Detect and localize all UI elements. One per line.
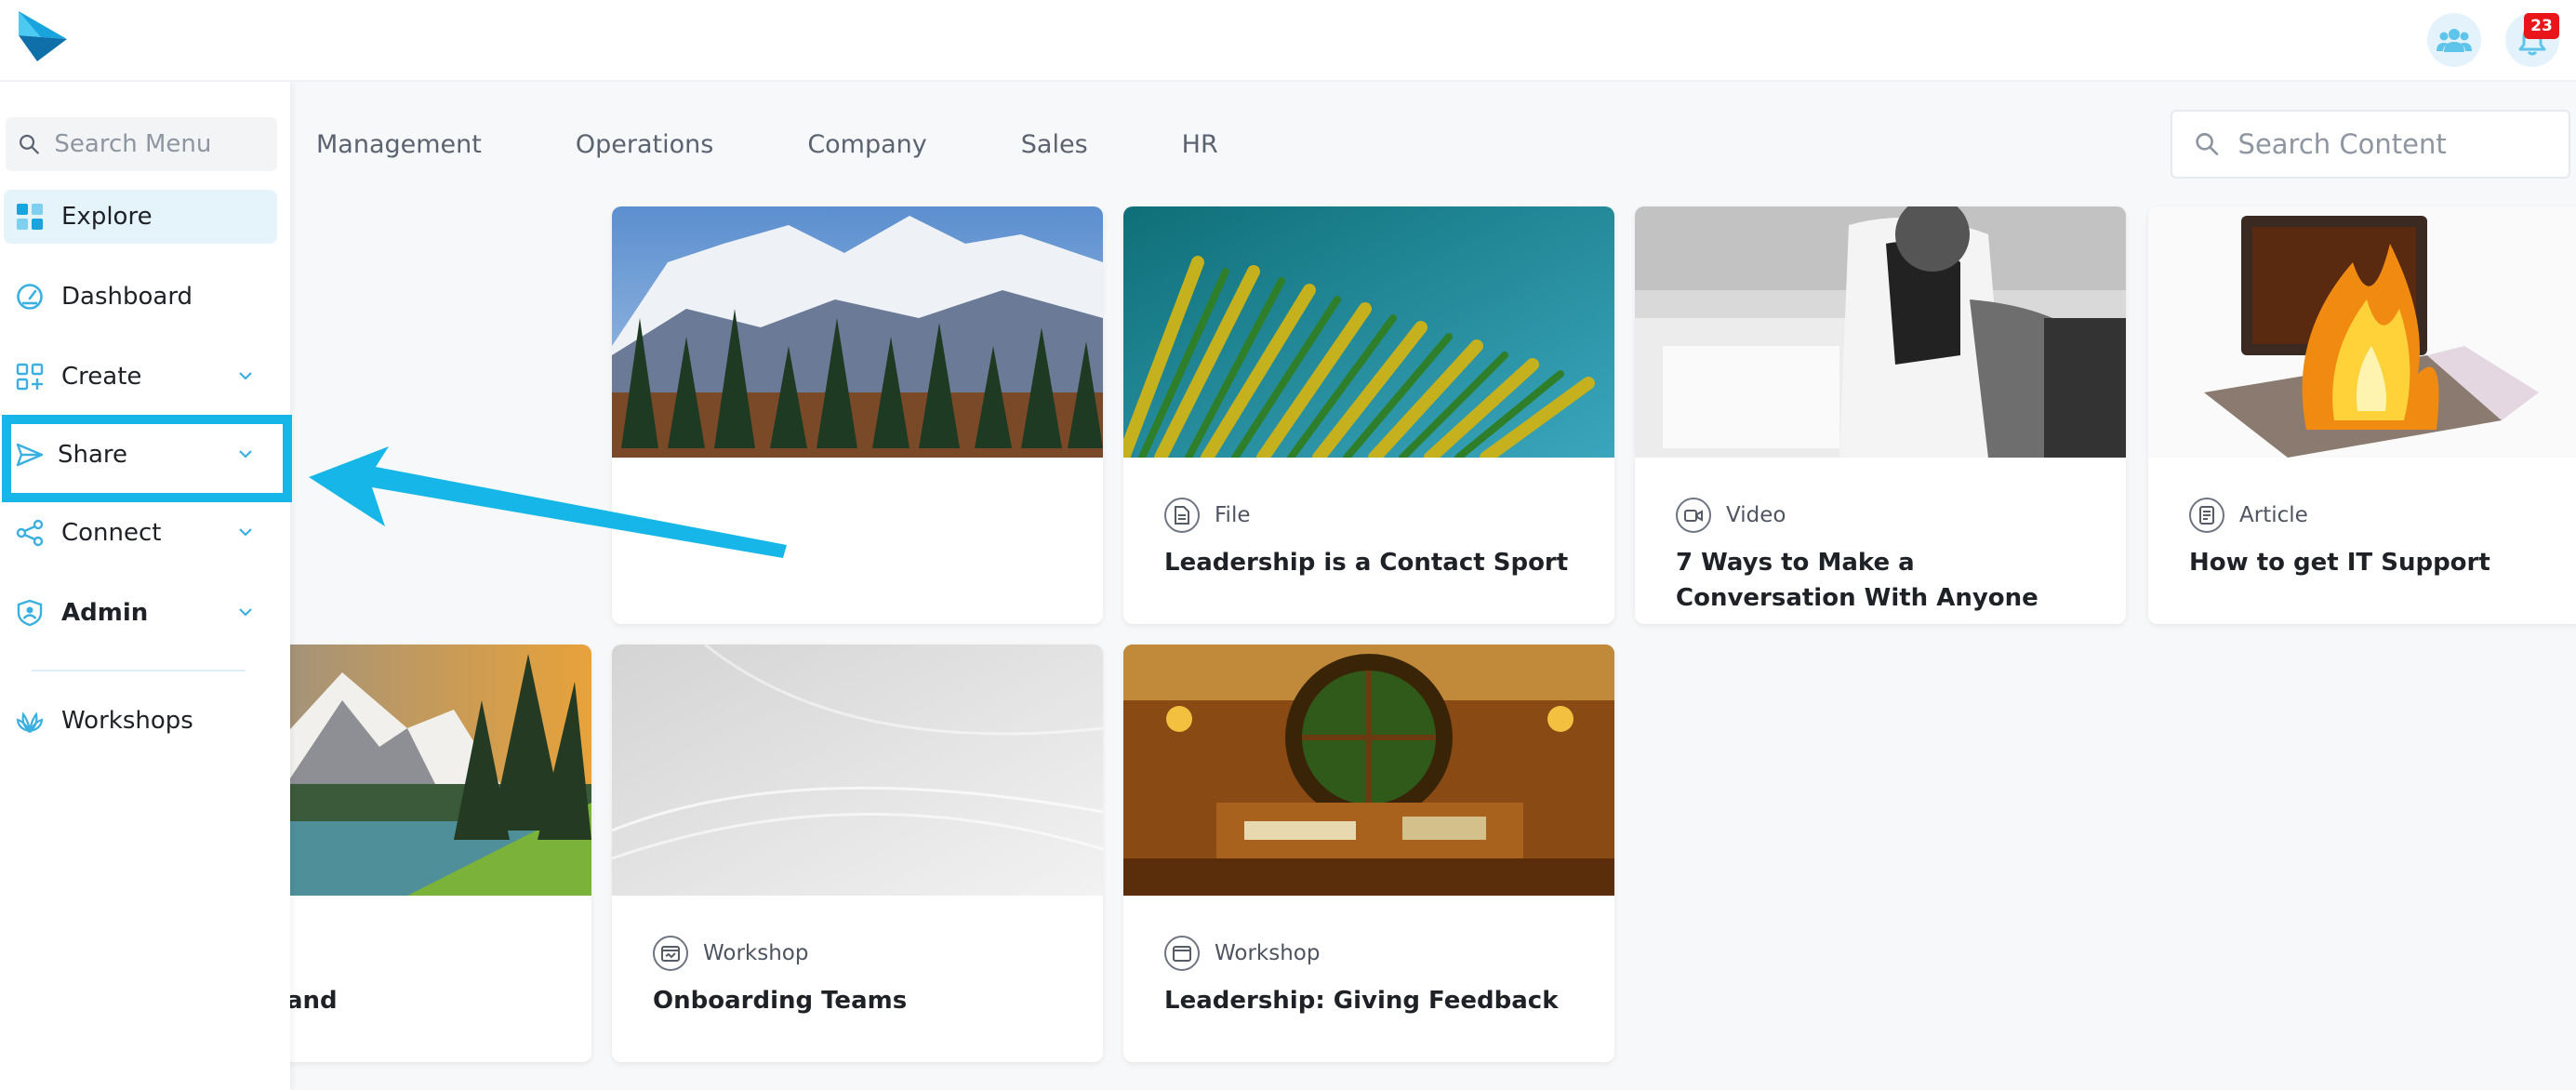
video-icon <box>1676 498 1711 533</box>
content-card[interactable]: Workshop Leadership: Giving Feedback <box>1123 645 1614 1062</box>
tab-operations[interactable]: Operations <box>576 117 713 173</box>
gauge-icon <box>15 282 45 312</box>
card-title[interactable]: Leadership is a Contact Sport <box>1164 545 1583 580</box>
shield-user-icon <box>15 598 45 628</box>
card-meta: Video <box>1676 498 1786 533</box>
tab-hr[interactable]: HR <box>1182 117 1218 173</box>
search-icon <box>2196 133 2219 155</box>
card-type-label: Article <box>2239 503 2308 527</box>
send-icon <box>15 440 45 470</box>
article-icon <box>2189 498 2224 533</box>
content-card[interactable]: Workshop Onboarding Teams <box>612 645 1103 1062</box>
sidebar-item-label: Create <box>61 363 142 391</box>
sidebar-item-share[interactable]: Share <box>4 428 277 482</box>
card-type-label: Workshop <box>703 941 809 965</box>
search-content-box[interactable] <box>2171 110 2570 179</box>
sidebar-item-create[interactable]: Create <box>4 350 277 404</box>
sidebar-item-dashboard[interactable]: Dashboard <box>4 270 277 324</box>
card-meta: Workshop <box>653 936 808 971</box>
sidebar-item-label: Connect <box>61 519 162 547</box>
notification-count-badge: 23 <box>2524 13 2559 39</box>
sidebar-item-label: Explore <box>61 203 153 231</box>
card-image <box>612 206 1103 458</box>
sidebar-item-workshops[interactable]: Workshops <box>4 694 277 748</box>
workshop-icon <box>1164 936 1200 971</box>
sidebar-item-label: Dashboard <box>61 283 193 311</box>
sidebar: Explore Dashboard Create Share Connect A… <box>0 82 290 1090</box>
grid-icon <box>15 202 45 232</box>
team-icon <box>2437 29 2472 52</box>
card-title[interactable]: How to get IT Support <box>2189 545 2576 580</box>
chevron-down-icon[interactable] <box>236 603 255 621</box>
search-icon <box>20 134 39 154</box>
card-image <box>1123 206 1614 458</box>
card-type-label: Workshop <box>1215 941 1321 965</box>
add-grid-icon <box>15 362 45 392</box>
search-menu-box[interactable] <box>6 117 277 171</box>
card-image <box>2148 206 2576 458</box>
sidebar-item-label: Share <box>58 441 128 469</box>
top-bar: 23 <box>0 0 2576 82</box>
card-meta: Workshop <box>1164 936 1320 971</box>
card-title[interactable]: Leadership: Giving Feedback <box>1164 983 1583 1018</box>
card-type-label: File <box>1215 503 1251 527</box>
search-menu-input[interactable] <box>54 130 277 158</box>
content-card[interactable]: File Leadership is a Contact Sport <box>1123 206 1614 624</box>
card-title[interactable]: 7 Ways to Make a Conversation With Anyon… <box>1676 545 2094 616</box>
content-card[interactable] <box>612 206 1103 624</box>
card-type-label: Video <box>1726 503 1786 527</box>
card-image <box>612 645 1103 896</box>
paper-plane-logo-icon[interactable] <box>13 7 71 65</box>
content-card[interactable]: Article How to get IT Support <box>2148 206 2576 624</box>
sidebar-item-admin[interactable]: Admin <box>4 586 277 640</box>
chevron-down-icon[interactable] <box>236 523 255 541</box>
card-title[interactable]: Onboarding Teams <box>653 983 1071 1018</box>
sidebar-item-connect[interactable]: Connect <box>4 506 277 560</box>
category-tabs: Management Operations Company Sales HR <box>316 117 1312 173</box>
chevron-down-icon[interactable] <box>236 366 255 385</box>
sidebar-item-explore[interactable]: Explore <box>4 190 277 244</box>
tab-sales[interactable]: Sales <box>1021 117 1088 173</box>
card-title[interactable]: and <box>286 983 591 1018</box>
card-meta: File <box>1164 498 1251 533</box>
content-card[interactable]: Video 7 Ways to Make a Conversation With… <box>1635 206 2126 624</box>
share-nodes-icon <box>15 518 45 548</box>
tab-management[interactable]: Management <box>316 117 482 173</box>
team-button[interactable] <box>2427 13 2481 67</box>
sidebar-item-label: Workshops <box>61 707 193 735</box>
card-image <box>1123 645 1614 896</box>
card-meta: Article <box>2189 498 2308 533</box>
sidebar-divider <box>32 670 246 671</box>
sidebar-item-label: Admin <box>61 599 149 627</box>
lotus-icon <box>15 706 45 736</box>
search-content-input[interactable] <box>2237 128 2569 160</box>
chevron-down-icon[interactable] <box>236 445 255 463</box>
card-image <box>1635 206 2126 458</box>
tab-company[interactable]: Company <box>807 117 926 173</box>
file-icon <box>1164 498 1200 533</box>
workshop-icon <box>653 936 688 971</box>
